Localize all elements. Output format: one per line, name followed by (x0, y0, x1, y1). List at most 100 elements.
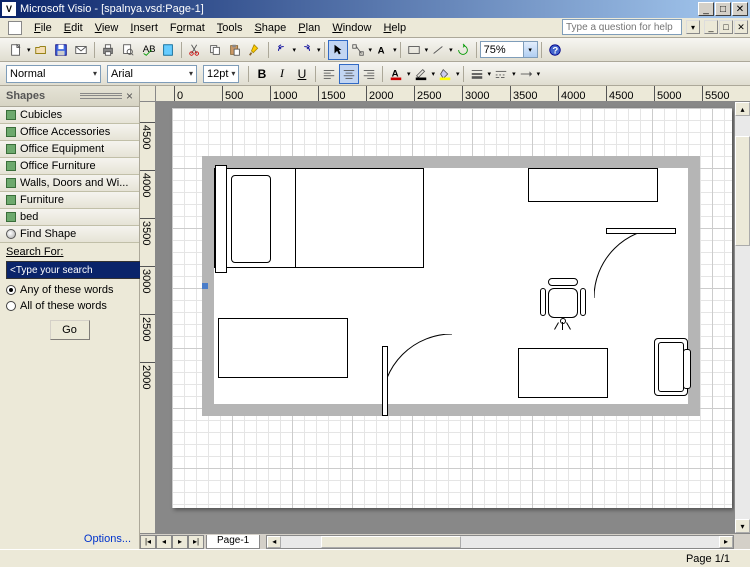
ruler-horizontal[interactable]: 0 500 1000 1500 2000 2500 3000 3500 4000… (156, 86, 750, 102)
line-weight-button[interactable] (467, 64, 487, 84)
stencil-office-furniture[interactable]: Office Furniture (0, 158, 139, 175)
menu-plan[interactable]: Plan (292, 20, 326, 36)
doc-minimize-button[interactable]: _ (704, 20, 718, 34)
stencil-office-accessories[interactable]: Office Accessories (0, 124, 139, 141)
last-page-button[interactable]: ▸| (188, 535, 204, 549)
redo-dropdown[interactable]: ▾ (316, 46, 321, 54)
page-tab-1[interactable]: Page-1 (206, 535, 260, 549)
redo-button[interactable] (296, 40, 316, 60)
line-color-button[interactable] (411, 64, 431, 84)
connector-tool[interactable] (348, 40, 368, 60)
zoom-input[interactable] (480, 41, 524, 58)
stencil-furniture[interactable]: Furniture (0, 192, 139, 209)
scroll-down-button[interactable]: ▾ (735, 519, 750, 533)
scroll-left-button[interactable]: ◂ (267, 536, 281, 548)
format-painter-button[interactable] (245, 40, 265, 60)
italic-button[interactable]: I (272, 64, 292, 84)
shape-cabinet[interactable] (218, 318, 348, 378)
text-dropdown[interactable]: ▾ (392, 46, 397, 54)
menu-tools[interactable]: Tools (211, 20, 249, 36)
print-preview-button[interactable] (118, 40, 138, 60)
maximize-button[interactable]: □ (715, 2, 731, 16)
vertical-scrollbar[interactable]: ▴ ▾ (734, 102, 750, 533)
rotate-tool[interactable] (453, 40, 473, 60)
open-button[interactable] (31, 40, 51, 60)
doc-restore-button[interactable]: □ (719, 20, 733, 34)
horizontal-scrollbar[interactable]: ◂ ▸ (266, 535, 734, 549)
shapes-close-button[interactable]: × (126, 89, 133, 103)
align-right-button[interactable] (359, 64, 379, 84)
size-combo[interactable]: 12pt▾ (203, 65, 239, 83)
fill-color-button[interactable] (435, 64, 455, 84)
menu-view[interactable]: View (89, 20, 125, 36)
stencil-bed[interactable]: bed (0, 209, 139, 226)
font-color-button[interactable]: A (386, 64, 406, 84)
page[interactable] (172, 108, 732, 508)
room-walls[interactable] (202, 156, 700, 416)
help-button[interactable]: ? (545, 40, 565, 60)
shape-door-right[interactable] (664, 228, 676, 298)
text-tool[interactable]: A (372, 40, 392, 60)
go-button[interactable]: Go (50, 320, 90, 340)
menu-window[interactable]: Window (326, 20, 377, 36)
undo-button[interactable] (272, 40, 292, 60)
scroll-thumb[interactable] (735, 136, 750, 246)
research-button[interactable] (158, 40, 178, 60)
fill-color-dropdown[interactable]: ▾ (455, 70, 460, 78)
scroll-right-button[interactable]: ▸ (719, 536, 733, 548)
minimize-button[interactable]: _ (698, 2, 714, 16)
close-button[interactable]: ✕ (732, 2, 748, 16)
copy-button[interactable] (205, 40, 225, 60)
shape-desk[interactable] (528, 168, 658, 202)
menu-format[interactable]: Format (164, 20, 211, 36)
options-link[interactable]: Options... (0, 529, 139, 549)
next-page-button[interactable]: ▸ (172, 535, 188, 549)
first-page-button[interactable]: |◂ (140, 535, 156, 549)
print-button[interactable] (98, 40, 118, 60)
canvas[interactable] (156, 102, 734, 533)
help-search-input[interactable] (562, 19, 682, 35)
bold-button[interactable]: B (252, 64, 272, 84)
email-button[interactable] (71, 40, 91, 60)
align-left-button[interactable] (319, 64, 339, 84)
zoom-dropdown[interactable]: ▾ (524, 41, 538, 58)
paste-button[interactable] (225, 40, 245, 60)
menu-edit[interactable]: Edit (58, 20, 89, 36)
shape-office-chair[interactable] (538, 278, 588, 328)
line-pattern-button[interactable] (491, 64, 511, 84)
menu-file[interactable]: File (28, 20, 58, 36)
stencil-walls-doors[interactable]: Walls, Doors and Wi... (0, 175, 139, 192)
align-center-button[interactable] (339, 64, 359, 84)
pointer-tool[interactable] (328, 40, 348, 60)
menu-shape[interactable]: Shape (248, 20, 292, 36)
ruler-vertical[interactable]: 4500 4000 3500 3000 2500 2000 (140, 102, 156, 533)
selection-handle[interactable] (202, 283, 208, 289)
shape-bed[interactable] (214, 168, 424, 268)
radio-all-words[interactable]: All of these words (0, 298, 139, 314)
shape-table[interactable] (518, 348, 608, 398)
new-button[interactable] (6, 40, 26, 60)
shape-sofa[interactable] (654, 338, 688, 396)
style-combo[interactable]: Normal▾ (6, 65, 101, 83)
line-ends-button[interactable] (516, 64, 536, 84)
menu-help[interactable]: Help (377, 20, 412, 36)
stencil-office-equipment[interactable]: Office Equipment (0, 141, 139, 158)
radio-any-words[interactable]: Any of these words (0, 282, 139, 298)
prev-page-button[interactable]: ◂ (156, 535, 172, 549)
find-shape-item[interactable]: Find Shape (0, 226, 139, 243)
scroll-up-button[interactable]: ▴ (735, 102, 750, 116)
line-ends-dropdown[interactable]: ▾ (536, 70, 541, 78)
help-dropdown-arrow[interactable]: ▾ (686, 20, 700, 34)
search-input[interactable] (6, 261, 146, 279)
spelling-button[interactable]: ABC (138, 40, 158, 60)
underline-button[interactable]: U (292, 64, 312, 84)
cut-button[interactable] (185, 40, 205, 60)
save-button[interactable] (51, 40, 71, 60)
doc-close-button[interactable]: ✕ (734, 20, 748, 34)
scroll-thumb[interactable] (321, 536, 461, 548)
rectangle-tool[interactable] (404, 40, 424, 60)
menu-insert[interactable]: Insert (124, 20, 164, 36)
stencil-cubicles[interactable]: Cubicles (0, 107, 139, 124)
line-tool[interactable] (428, 40, 448, 60)
shape-door-bottom[interactable] (382, 404, 452, 416)
